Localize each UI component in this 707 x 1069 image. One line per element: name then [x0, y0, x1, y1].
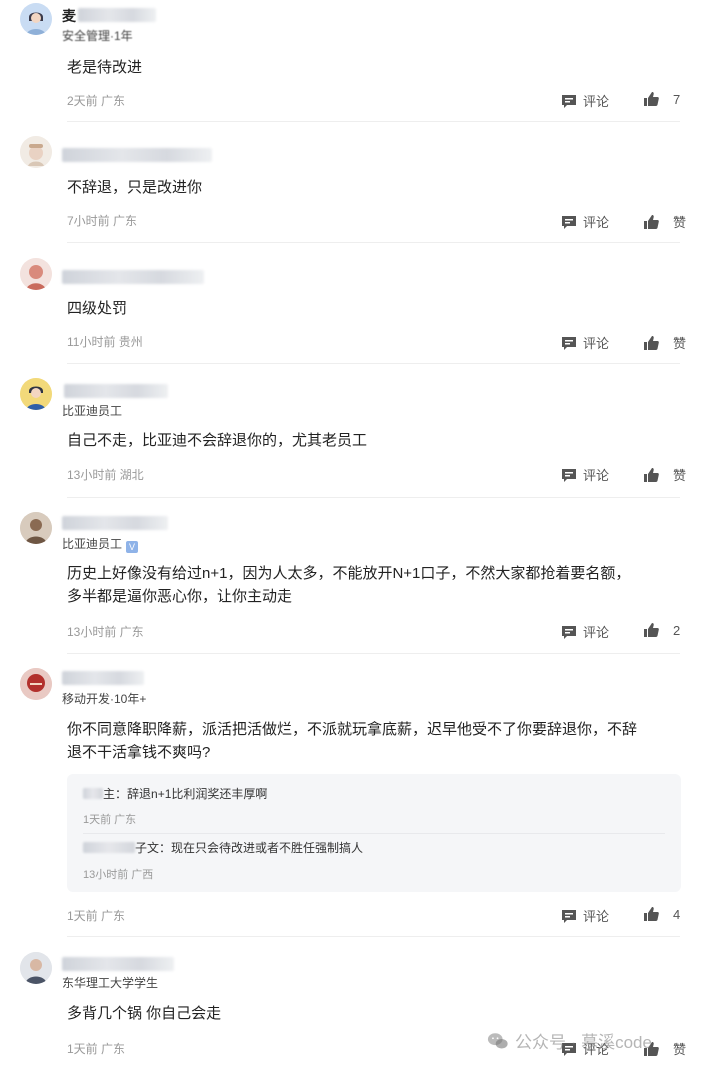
reply-button[interactable]: 评论: [561, 333, 609, 352]
watermark-text: 公众号 · 慕溪code: [515, 1033, 652, 1052]
wechat-icon: [487, 1032, 508, 1049]
reply-username-redacted: [83, 788, 103, 799]
user-subtitle-text: 比亚迪员工: [62, 537, 123, 551]
verified-icon: V: [126, 541, 139, 553]
reply-username-suffix: 主：: [103, 787, 128, 801]
comment-meta: 1天前 广东: [67, 909, 126, 923]
reply-label: 评论: [583, 94, 610, 109]
reply-meta: 1天前 广东: [83, 814, 137, 826]
comment-meta: 2天前 广东: [67, 94, 126, 108]
like-count: 赞: [673, 1042, 687, 1057]
like-count: 赞: [673, 336, 687, 351]
reply-item[interactable]: 主：辞退n+1比利润奖还丰厚啊: [83, 785, 267, 802]
comment-meta: 13小时前 湖北: [67, 468, 144, 482]
reply-thread: 主：辞退n+1比利润奖还丰厚啊 1天前 广东 子文：现在只会待改进或者不胜任强制…: [67, 774, 681, 892]
avatar[interactable]: [20, 668, 52, 700]
comment-icon: [562, 94, 576, 108]
username-redacted: [64, 384, 168, 398]
comment-text: 历史上好像没有给过n+1，因为人太多，不能放开N+1口子，不然大家都抢着要名额，…: [67, 562, 687, 608]
comment-text-line: 多半都是逼你恶心你，让你主动走: [67, 588, 293, 605]
thumbs-up-icon: [644, 335, 659, 350]
comment-text-line: 退不干活拿钱不爽吗?: [67, 744, 211, 761]
comment-text: 多背几个锅 你自己会走: [67, 1005, 222, 1022]
comment-meta: 1天前 广东: [67, 1042, 126, 1056]
like-count: 2: [673, 622, 681, 638]
comment-text: 不辞退，只是改进你: [67, 179, 203, 196]
watermark: 公众号 · 慕溪code: [487, 1028, 652, 1053]
divider: [67, 497, 680, 498]
like-count: 4: [673, 906, 681, 922]
reply-label: 评论: [583, 468, 610, 483]
user-subtitle: 比亚迪员工 V: [62, 535, 139, 553]
reply-text: 辞退n+1比利润奖还丰厚啊: [127, 787, 268, 801]
reply-button[interactable]: 评论: [561, 212, 609, 231]
username-redacted: [62, 148, 212, 162]
like-button[interactable]: 2: [643, 622, 680, 638]
divider: [67, 121, 680, 122]
reply-label: 评论: [583, 215, 610, 230]
like-button[interactable]: 7: [643, 91, 680, 107]
avatar[interactable]: [20, 512, 52, 544]
reply-username-suffix: 子文：: [135, 841, 172, 855]
like-count: 赞: [673, 468, 687, 483]
avatar[interactable]: [20, 258, 52, 290]
thumbs-up-icon: [644, 907, 659, 921]
comment-meta: 11小时前 贵州: [67, 335, 143, 349]
reply-label: 评论: [583, 336, 610, 351]
username-redacted: [62, 516, 168, 530]
comment-icon: [562, 336, 576, 350]
comment-text-line: 你不同意降职降薪，派活把活做烂，不派就玩拿底薪，迟早他受不了你要辞退你，不辞: [67, 721, 638, 738]
user-subtitle: 移动开发·10年+: [62, 692, 147, 706]
divider: [67, 936, 680, 937]
username-redacted: [62, 957, 174, 971]
comment-icon: [562, 909, 576, 923]
like-button[interactable]: 赞: [643, 333, 686, 352]
comment-icon: [562, 625, 576, 639]
divider: [67, 242, 680, 243]
comment-text: 你不同意降职降薪，派活把活做烂，不派就玩拿底薪，迟早他受不了你要辞退你，不辞 退…: [67, 718, 687, 764]
thumbs-up-icon: [644, 92, 659, 106]
like-button[interactable]: 赞: [643, 465, 686, 484]
reply-button[interactable]: 评论: [561, 622, 609, 641]
reply-meta: 13小时前 广西: [83, 869, 154, 881]
user-subtitle: 安全管理·1年: [62, 29, 133, 43]
reply-item[interactable]: 子文：现在只会待改进或者不胜任强制搞人: [83, 839, 363, 856]
reply-label: 评论: [583, 625, 610, 640]
avatar[interactable]: [20, 3, 52, 35]
divider: [67, 653, 680, 654]
comment-icon: [562, 468, 576, 482]
username-redacted: [62, 270, 204, 284]
avatar[interactable]: [20, 378, 52, 410]
username-redacted: [78, 8, 156, 22]
avatar[interactable]: [20, 136, 52, 168]
comment-icon: [562, 215, 576, 229]
user-subtitle: 比亚迪员工: [62, 404, 123, 418]
comment-text: 老是待改进: [67, 59, 143, 76]
like-button[interactable]: 赞: [643, 212, 686, 231]
comment-text: 自己不走，比亚迪不会辞退你的，尤其老员工: [67, 432, 368, 449]
comment-meta: 13小时前 广东: [67, 625, 144, 639]
thumbs-up-icon: [644, 467, 659, 482]
thumbs-up-icon: [644, 623, 659, 637]
divider: [67, 363, 680, 364]
like-button[interactable]: 4: [643, 906, 680, 922]
reply-button[interactable]: 评论: [561, 465, 609, 484]
comment-meta: 7小时前 广东: [67, 214, 138, 228]
like-count: 赞: [673, 215, 687, 230]
comment-text: 四级处罚: [67, 300, 128, 317]
reply-button[interactable]: 评论: [561, 906, 609, 925]
username-redacted: [62, 671, 144, 685]
thumbs-up-icon: [644, 214, 659, 229]
reply-button[interactable]: 评论: [561, 91, 609, 110]
avatar[interactable]: [20, 952, 52, 984]
comment-text-line: 历史上好像没有给过n+1，因为人太多，不能放开N+1口子，不然大家都抢着要名额，: [67, 565, 631, 582]
reply-label: 评论: [583, 909, 610, 924]
username[interactable]: 麦: [62, 6, 76, 26]
user-subtitle: 东华理工大学学生: [62, 976, 159, 990]
reply-username-redacted: [83, 842, 135, 853]
divider: [83, 833, 665, 834]
reply-text: 现在只会待改进或者不胜任强制搞人: [171, 841, 364, 855]
like-count: 7: [673, 91, 681, 107]
